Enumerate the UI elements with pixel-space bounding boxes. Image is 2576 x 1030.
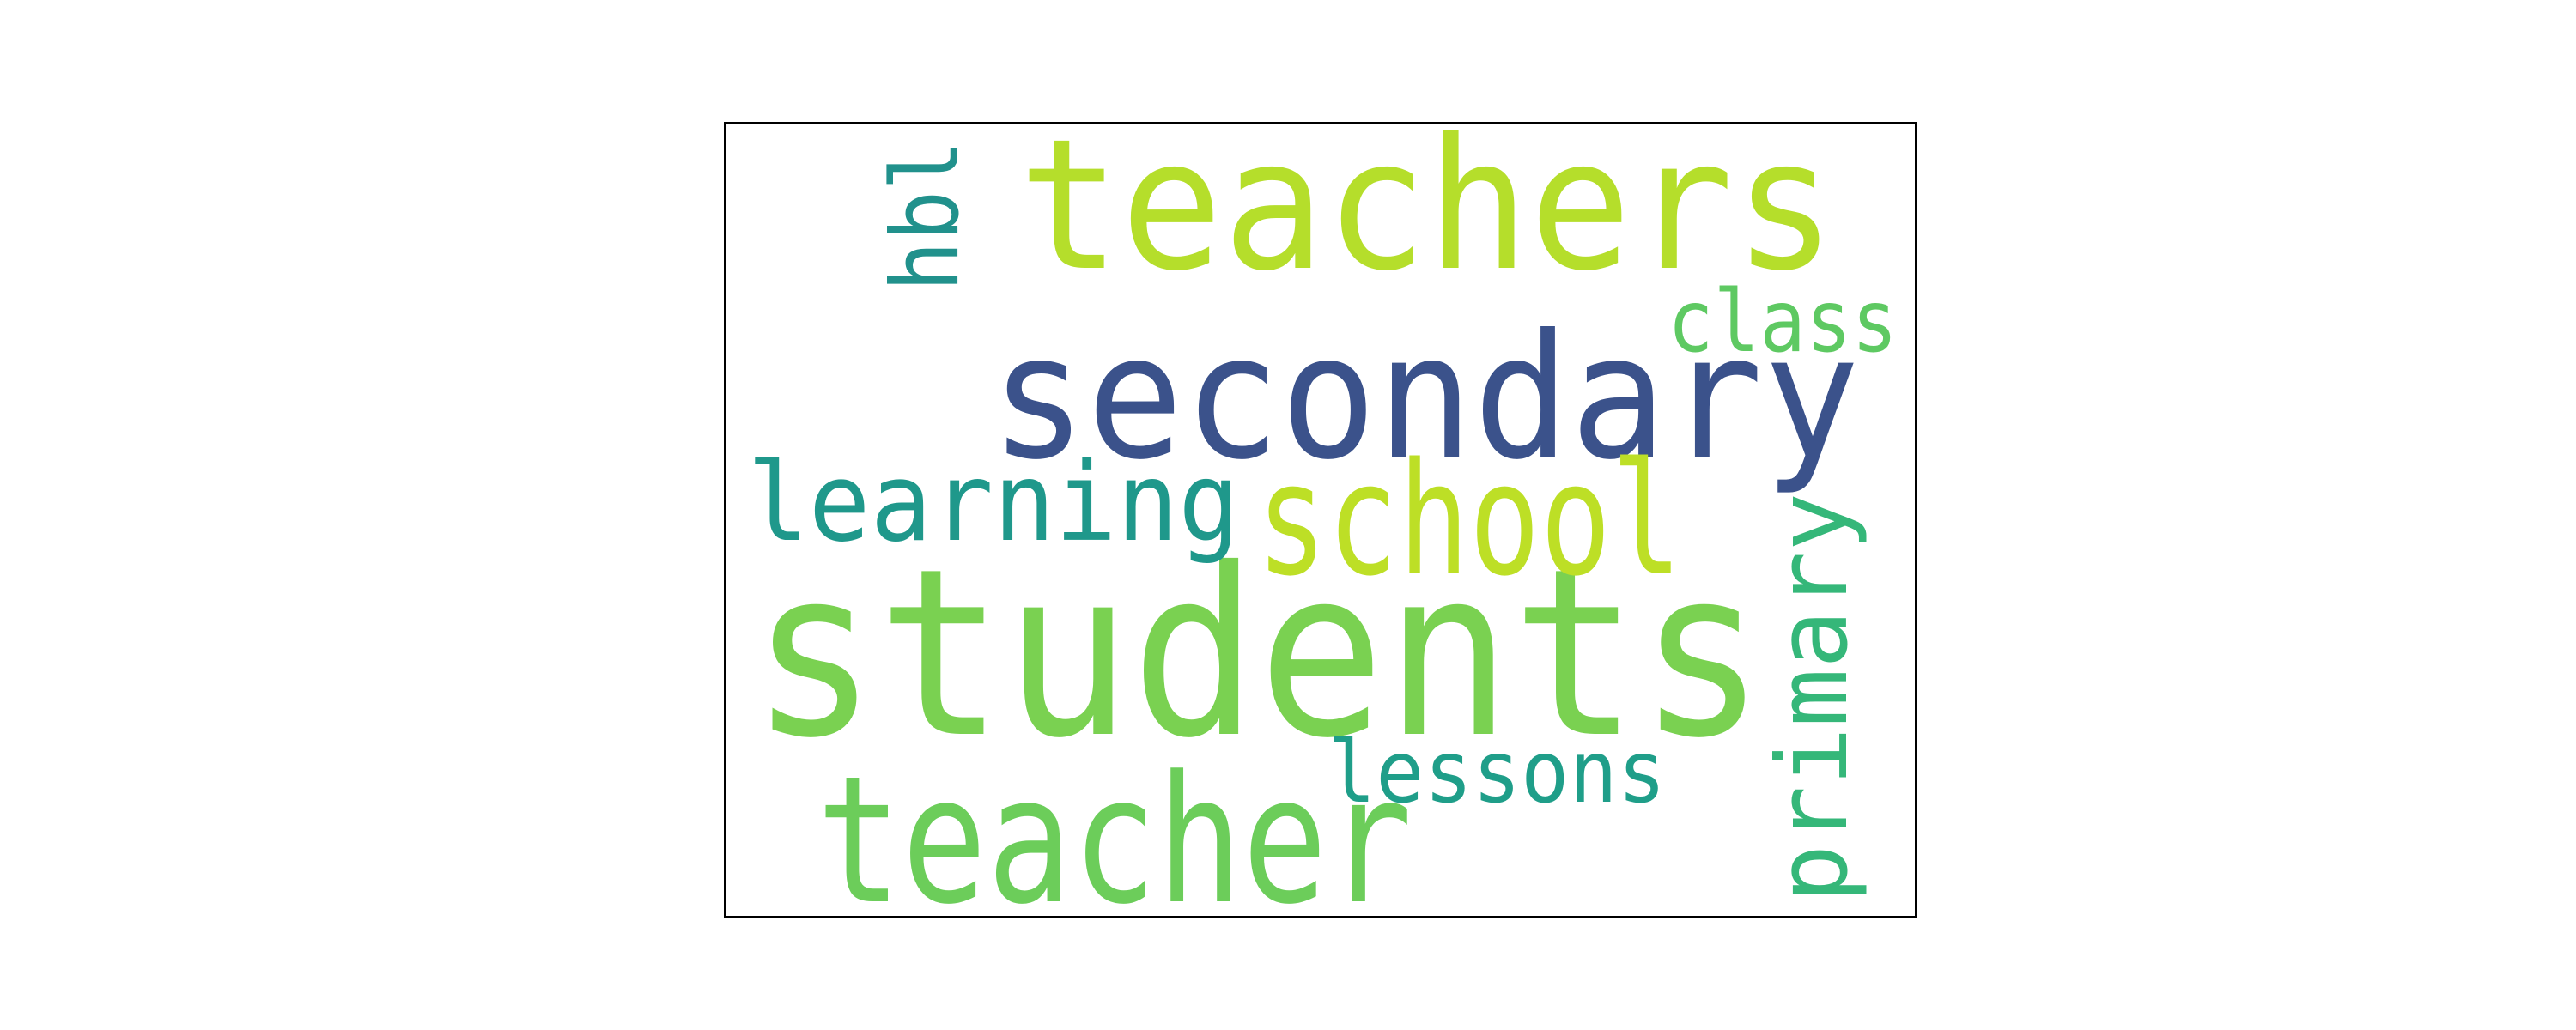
word-school: school [1256,429,1682,610]
word-cloud: studentsteachersteachersecondaryschoolle… [724,100,1917,943]
word-teacher: teacher [817,739,1413,943]
word-lessons: lessons [1327,722,1666,822]
word-hbl: hbl [872,140,980,292]
word-learning: learning [747,439,1240,566]
word-class: class [1668,271,1898,372]
word-primary: primary [1756,493,1869,903]
